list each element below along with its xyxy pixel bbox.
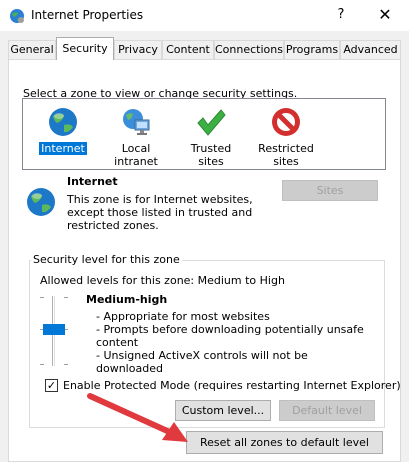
zone-trusted-sites[interactable]: Trusted sites: [178, 106, 244, 168]
globe-icon: [49, 108, 77, 136]
default-level-button[interactable]: Default level: [279, 400, 375, 421]
zone-label-line1: Restricted: [258, 142, 314, 155]
annotation-arrow: [87, 393, 188, 442]
zone-description-text: This zone is for Internet websites, exce…: [67, 193, 253, 232]
zone-label-line2: sites: [273, 155, 299, 168]
zone-local-intranet[interactable]: Local intranet: [100, 106, 172, 168]
help-button[interactable]: ?: [327, 3, 355, 27]
tab-advanced[interactable]: Advanced: [340, 40, 401, 60]
reset-all-zones-button[interactable]: Reset all zones to default level: [186, 431, 383, 454]
slider-thumb[interactable]: [43, 324, 65, 335]
checkmark-icon: [197, 109, 226, 136]
level-bullet: - Appropriate for most websites: [96, 310, 270, 323]
zone-restricted-sites[interactable]: Restricted sites: [254, 106, 318, 168]
allowed-levels-text: Allowed levels for this zone: Medium to …: [40, 274, 285, 287]
zone-label: Local intranet: [114, 142, 158, 168]
network-computer-icon: [123, 109, 150, 135]
slider-tick: [40, 297, 44, 298]
tab-connections[interactable]: Connections: [214, 40, 284, 60]
close-button[interactable]: ✕: [369, 3, 401, 27]
slider-tick: [64, 297, 68, 298]
tab-programs[interactable]: Programs: [284, 40, 340, 60]
internet-properties-dialog: Internet Properties ? ✕ General Security…: [0, 0, 409, 462]
zone-internet[interactable]: Internet: [38, 106, 88, 155]
globe-icon: [27, 188, 55, 216]
level-bullet: - Unsigned ActiveX controls will not be …: [96, 349, 308, 375]
security-level-caption: Security level for this zone: [31, 253, 182, 266]
zone-label: Internet: [39, 142, 87, 155]
zone-label: Trusted sites: [190, 142, 232, 168]
tab-security[interactable]: Security: [56, 37, 114, 60]
security-level-description: - Appropriate for most websites - Prompt…: [96, 310, 366, 375]
window-title: Internet Properties: [31, 8, 144, 22]
zone-description-title: Internet: [67, 175, 118, 188]
internet-options-icon: [10, 9, 24, 23]
sites-button[interactable]: Sites: [282, 180, 378, 201]
tab-general[interactable]: General: [8, 40, 56, 60]
protected-mode-checkbox[interactable]: ✓: [45, 379, 58, 392]
title-bar: Internet Properties ? ✕: [0, 0, 409, 31]
slider-tick: [64, 364, 68, 365]
tab-content[interactable]: Content: [162, 40, 214, 60]
no-entry-icon: [272, 108, 300, 136]
security-level-name: Medium-high: [86, 293, 168, 306]
slider-tick: [40, 364, 44, 365]
level-bullet: - Prompts before downloading potentially…: [96, 323, 364, 349]
tab-privacy[interactable]: Privacy: [114, 40, 162, 60]
